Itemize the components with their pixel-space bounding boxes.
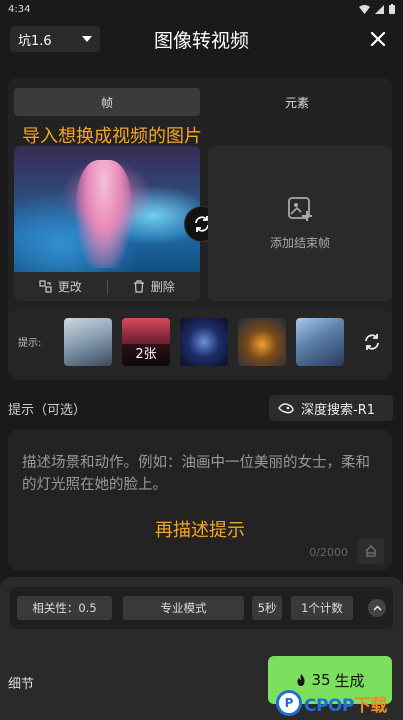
eraser-icon <box>366 545 376 557</box>
mode-chip[interactable]: 专业模式 <box>123 596 244 620</box>
hint-thumbnail[interactable] <box>64 318 112 366</box>
hint-thumbnail[interactable] <box>180 318 228 366</box>
hints-label: 提示: <box>18 338 42 349</box>
replace-icon <box>39 280 52 293</box>
header: 坑1.6 图像转视频 <box>0 18 403 60</box>
change-button[interactable]: 更改 <box>14 278 107 295</box>
collapse-button[interactable] <box>368 599 386 617</box>
pcpop-watermark: P CPOP下载 <box>276 686 403 720</box>
refresh-hints-button[interactable] <box>362 332 384 354</box>
watermark-text: CPOP下载 <box>304 691 387 716</box>
prompt-placeholder: 描述场景和动作。例如：油画中一位美丽的女士，柔和的灯光照在她的脸上。 <box>22 455 370 493</box>
relevance-chip[interactable]: 相关性：0.5 <box>17 596 112 620</box>
hint-thumbnail[interactable]: 2张 <box>122 318 170 366</box>
delete-button[interactable]: 删除 <box>108 278 201 295</box>
flame-icon <box>297 674 305 686</box>
thumbnail-badge: 2张 <box>122 344 170 366</box>
start-frame-actions: 更改 删除 <box>14 272 200 301</box>
hint-thumbnail[interactable] <box>296 318 344 366</box>
detail-label: 细节 <box>8 677 35 692</box>
caret-down-icon <box>82 36 92 42</box>
deep-search-toggle[interactable]: 深度搜索-R1 <box>269 395 393 421</box>
deepsearch-icon <box>278 403 294 414</box>
model-select[interactable]: 坑1.6 <box>10 26 100 52</box>
clock: 4:34 <box>8 3 31 15</box>
count-chip[interactable]: 1个计数 <box>291 596 353 620</box>
hint-thumbnail[interactable] <box>238 318 286 366</box>
tab-frames[interactable]: 帧 <box>14 88 200 116</box>
duration-chip[interactable]: 5秒 <box>252 596 282 620</box>
import-caption: 导入想换成视频的图片 <box>22 126 202 147</box>
status-icons <box>359 4 395 14</box>
refresh-icon <box>365 334 379 350</box>
chevron-up-icon <box>372 605 382 611</box>
add-image-icon <box>288 197 312 221</box>
start-frame-image <box>14 146 200 272</box>
char-count: 0/2000 <box>309 546 348 559</box>
clear-prompt-button[interactable] <box>358 538 384 564</box>
prompt-textarea[interactable]: 描述场景和动作。例如：油画中一位美丽的女士，柔和的灯光照在她的脸上。 再描述提示… <box>8 430 392 570</box>
status-bar: 4:34 <box>0 0 403 18</box>
delete-label: 删除 <box>150 280 175 294</box>
tab-elements[interactable]: 元素 <box>204 88 390 116</box>
start-frame-card[interactable]: 更改 删除 <box>14 146 200 301</box>
model-select-value: 坑1.6 <box>18 33 52 49</box>
battery-icon <box>389 4 395 14</box>
close-icon <box>370 31 386 47</box>
tab-bar: 帧 元素 <box>14 88 390 116</box>
prompt-caption: 再描述提示 <box>155 520 245 541</box>
trash-icon <box>133 280 144 293</box>
watermark-suffix: 下载 <box>353 695 388 716</box>
signal-icon <box>375 4 384 14</box>
figure-shape <box>76 160 132 268</box>
hints-row: 提示: 2张 <box>8 310 392 376</box>
settings-row: 相关性：0.5 专业模式 5秒 1个计数 <box>10 587 393 629</box>
watermark-brand: CPOP <box>304 695 354 716</box>
wifi-icon <box>359 4 370 14</box>
watermark-logo: P <box>276 690 302 716</box>
add-end-frame-label: 添加结束帧 <box>269 236 330 250</box>
end-frame-card[interactable]: 添加结束帧 <box>208 146 392 301</box>
close-button[interactable] <box>365 26 391 52</box>
change-label: 更改 <box>57 280 82 294</box>
prompt-label: 提示（可选） <box>8 403 87 418</box>
deep-search-label: 深度搜索-R1 <box>301 402 375 418</box>
